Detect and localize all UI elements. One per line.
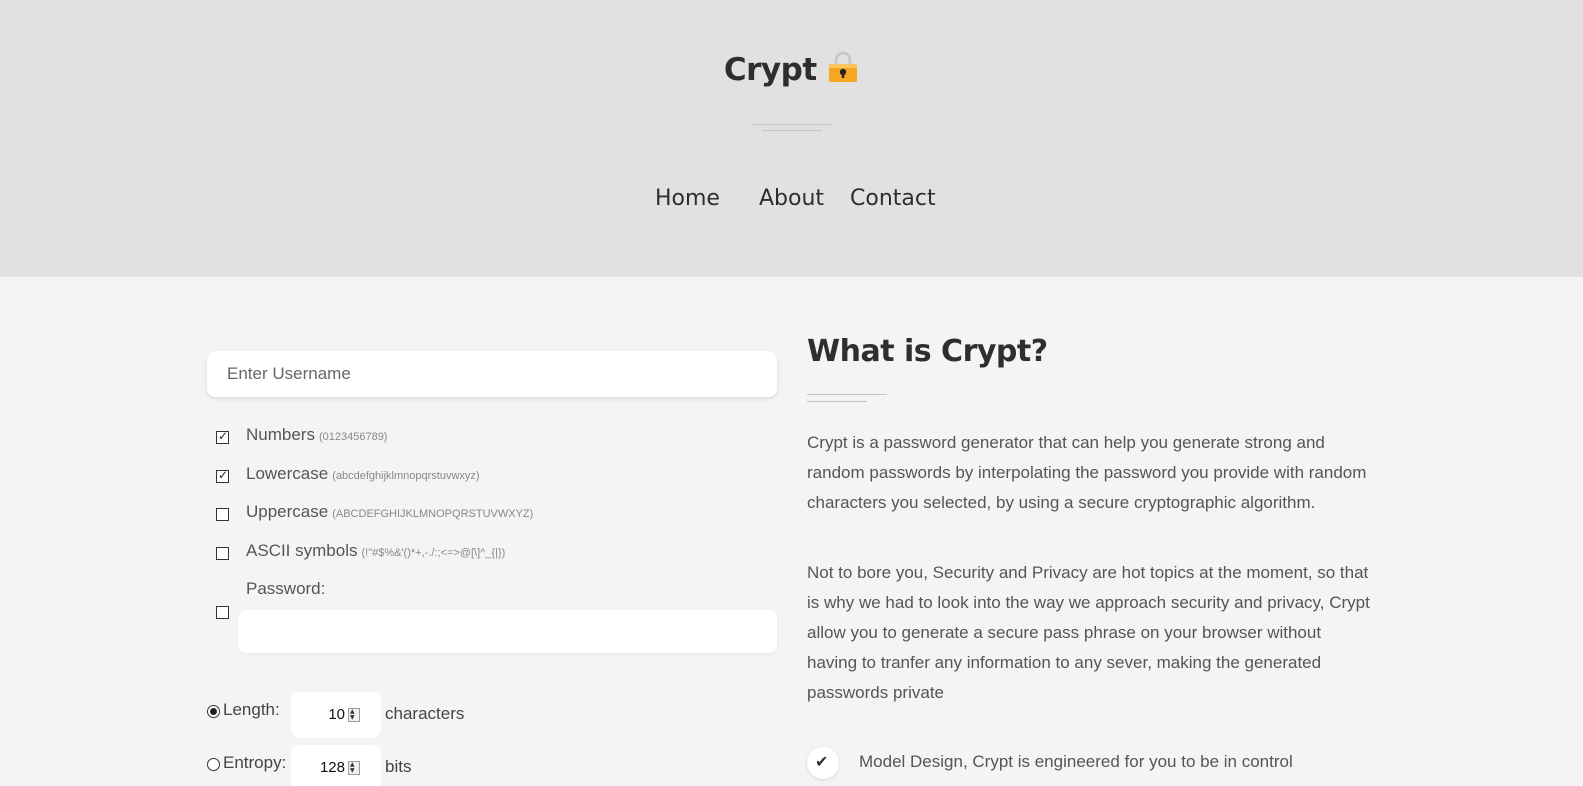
username-input[interactable]	[207, 351, 777, 397]
main-nav: Home About Contact	[0, 186, 1583, 220]
entropy-spinner[interactable]: ▲ ▼	[348, 761, 360, 775]
option-hint: (ABCDEFGHIJKLMNOPQRSTUVWXYZ)	[332, 508, 534, 520]
about-divider-short	[807, 401, 867, 402]
option-label: Numbers	[246, 425, 315, 444]
option-hint: (0123456789)	[318, 431, 388, 443]
option-label: Lowercase	[246, 464, 329, 483]
feature-item: Model Design, Crypt is engineered for yo…	[859, 752, 1293, 771]
check-mark-icon: ✓	[218, 468, 229, 482]
length-label: Length:	[223, 700, 280, 719]
brand-title: Crypt	[723, 52, 817, 88]
entropy-radio[interactable]	[207, 758, 220, 771]
entropy-stepper[interactable]: 128 ▲ ▼	[291, 745, 381, 786]
about-divider	[807, 394, 887, 395]
entropy-label: Entropy:	[223, 753, 287, 772]
check-mark-icon: ✓	[218, 429, 229, 443]
numbers-checkbox[interactable]: ✓	[216, 429, 229, 444]
nav-about[interactable]: About	[759, 186, 824, 211]
length-unit: characters	[385, 704, 465, 723]
about-paragraph-2: Not to bore you, Security and Privacy ar…	[807, 563, 1370, 702]
nav-home[interactable]: Home	[655, 186, 720, 211]
length-value: 10	[328, 706, 345, 723]
password-label: Password:	[246, 579, 326, 598]
site-header: Crypt Home About Contact	[0, 0, 1583, 277]
password-input[interactable]	[238, 610, 777, 653]
lock-icon	[827, 50, 859, 84]
header-divider-short	[762, 130, 822, 131]
about-title: What is Crypt?	[807, 334, 1048, 369]
length-stepper[interactable]: 10 ▲ ▼	[291, 692, 381, 738]
lowercase-checkbox[interactable]: ✓	[216, 468, 229, 483]
uppercase-checkbox[interactable]	[216, 508, 229, 521]
nav-contact[interactable]: Contact	[850, 186, 936, 211]
header-divider	[752, 124, 832, 125]
spin-down-icon[interactable]: ▼	[350, 715, 355, 721]
ascii-symbols-checkbox[interactable]	[216, 547, 229, 560]
brand: Crypt	[0, 50, 1583, 88]
about-paragraph-1: Crypt is a password generator that can h…	[807, 433, 1367, 512]
option-hint: (abcdefghijklmnopqrstuvwxyz)	[332, 470, 480, 482]
option-hint: (!"#$%&'()*+,-./:;<=>@[\]^_{|})	[361, 547, 506, 559]
check-icon: ✔	[807, 747, 839, 779]
length-radio[interactable]	[207, 705, 220, 718]
password-checkbox[interactable]	[216, 606, 229, 619]
option-label: ASCII symbols	[246, 541, 358, 560]
length-spinner[interactable]: ▲ ▼	[348, 708, 360, 722]
spin-down-icon[interactable]: ▼	[350, 768, 355, 774]
entropy-unit: bits	[385, 757, 412, 776]
radio-selected-dot	[210, 708, 217, 715]
option-label: Uppercase	[246, 502, 329, 521]
entropy-value: 128	[319, 759, 345, 776]
